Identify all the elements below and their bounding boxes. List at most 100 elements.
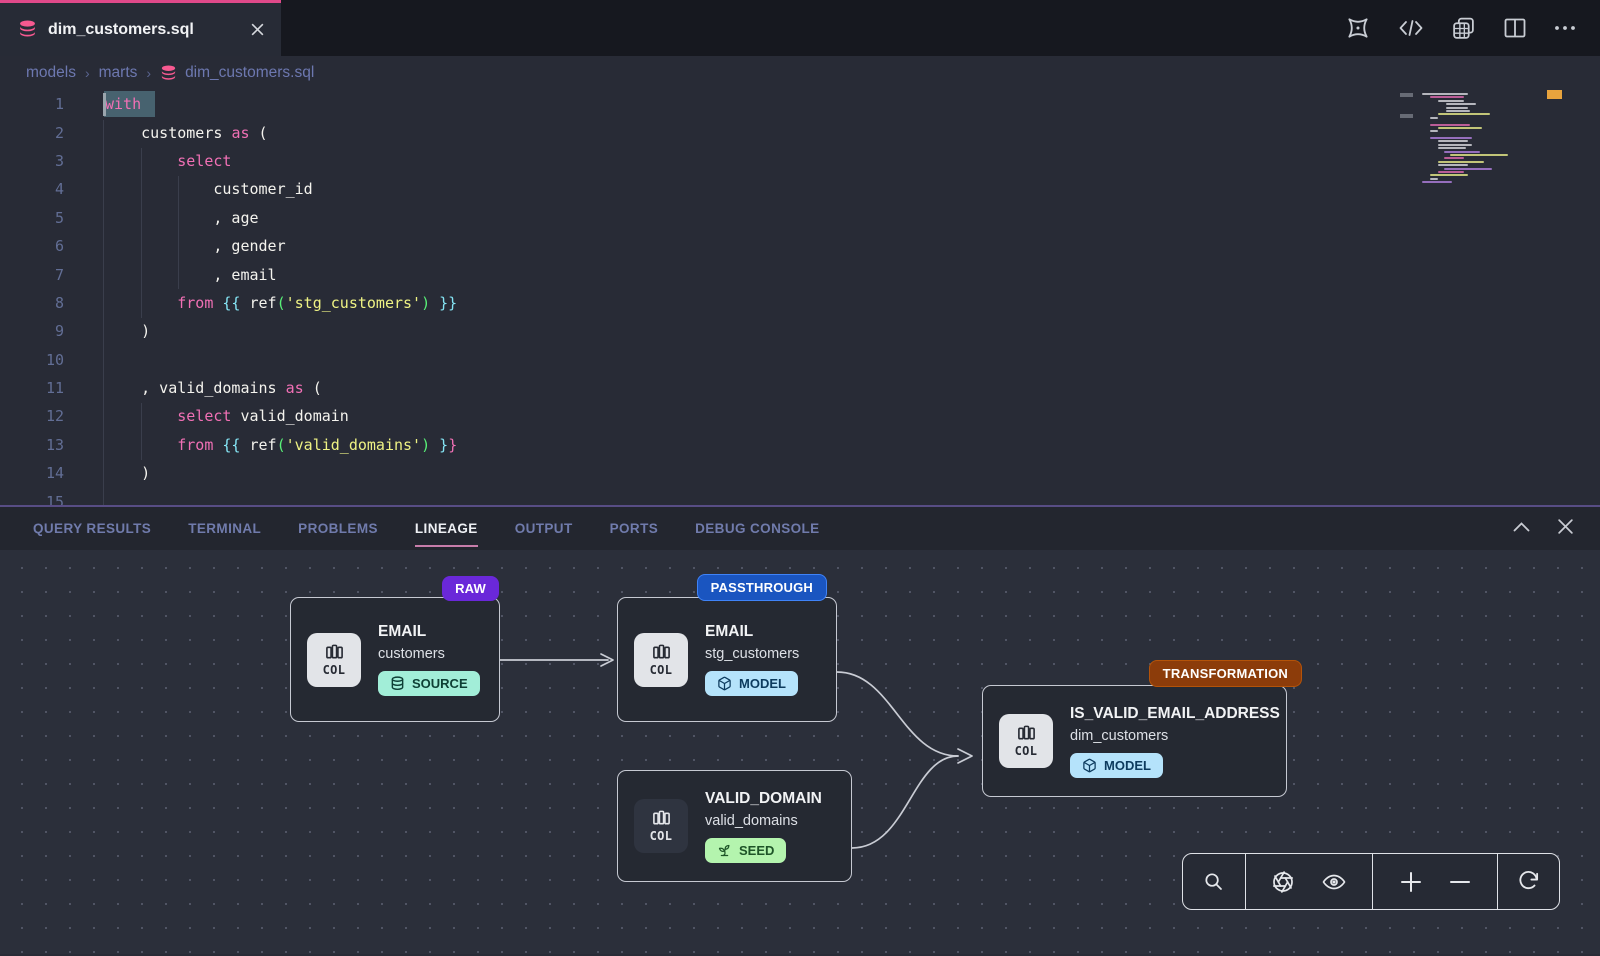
- line-number: 7: [0, 266, 64, 284]
- panel-tab-ports[interactable]: PORTS: [610, 507, 659, 550]
- line-number: 15: [0, 493, 64, 505]
- node-title: VALID_DOMAIN: [705, 790, 822, 808]
- breadcrumb-item-models[interactable]: models: [26, 64, 76, 82]
- code-line-11[interactable]: 11 , valid_domains as (: [0, 374, 1600, 402]
- zoom-in-icon[interactable]: [1400, 871, 1422, 893]
- code-line-5[interactable]: 5 , age: [0, 204, 1600, 232]
- code-line-10[interactable]: 10: [0, 346, 1600, 374]
- code-line-15[interactable]: 15: [0, 487, 1600, 505]
- panel-tab-output[interactable]: OUTPUT: [515, 507, 573, 550]
- minimap-marker: [1547, 90, 1562, 99]
- line-number: 10: [0, 351, 64, 369]
- editor-actions: [1345, 0, 1600, 56]
- line-number: 8: [0, 294, 64, 312]
- panel-tab-lineage[interactable]: LINEAGE: [415, 507, 478, 550]
- panel-tab-problems[interactable]: PROBLEMS: [298, 507, 378, 550]
- code-line-6[interactable]: 6 , gender: [0, 232, 1600, 260]
- collapse-panel-icon[interactable]: [1512, 520, 1531, 538]
- lineage-node-customers[interactable]: RAW COL EMAIL customers SOURCE: [290, 597, 500, 722]
- node-tag-transformation: TRANSFORMATION: [1149, 660, 1302, 687]
- aperture-icon[interactable]: [1271, 870, 1295, 894]
- node-tag-raw: RAW: [442, 576, 499, 601]
- code-line-4[interactable]: 4 customer_id: [0, 175, 1600, 203]
- database-icon: [160, 65, 177, 82]
- edge-stg-to-dim: [837, 672, 958, 756]
- breadcrumb-file[interactable]: dim_customers.sql: [160, 64, 314, 82]
- column-icon: COL: [307, 633, 361, 687]
- column-icon: COL: [634, 799, 688, 853]
- line-number: 1: [0, 95, 64, 113]
- breadcrumb: models › marts › dim_customers.sql: [0, 56, 1600, 90]
- node-subtitle: valid_domains: [705, 813, 822, 829]
- node-tag-passthrough: PASSTHROUGH: [697, 574, 827, 601]
- node-subtitle: stg_customers: [705, 646, 799, 662]
- breadcrumb-item-marts[interactable]: marts: [99, 64, 138, 82]
- lineage-node-stg-customers[interactable]: PASSTHROUGH COL EMAIL stg_customers MODE…: [617, 597, 837, 722]
- node-badge-seed: SEED: [705, 838, 786, 863]
- code-line-7[interactable]: 7 , email: [0, 260, 1600, 288]
- chevron-right-icon: ›: [146, 65, 151, 81]
- code-icon[interactable]: [1398, 17, 1424, 39]
- code-line-3[interactable]: 3 select: [0, 147, 1600, 175]
- copy-table-icon[interactable]: [1451, 16, 1476, 41]
- chevron-right-icon: ›: [85, 65, 90, 81]
- code-line-12[interactable]: 12 select valid_domain: [0, 402, 1600, 430]
- cube-icon: [1082, 758, 1097, 773]
- overview-ruler-mark: [1400, 114, 1413, 118]
- dbt-icon[interactable]: [1345, 15, 1371, 41]
- arrowhead: [958, 749, 972, 763]
- line-number: 2: [0, 124, 64, 142]
- zoom-out-icon[interactable]: [1449, 871, 1471, 893]
- column-icon: COL: [999, 714, 1053, 768]
- line-number: 5: [0, 209, 64, 227]
- panel-tab-terminal[interactable]: TERMINAL: [188, 507, 261, 550]
- line-number: 6: [0, 237, 64, 255]
- split-editor-icon[interactable]: [1503, 17, 1527, 39]
- edge-seed-to-dim: [852, 756, 958, 848]
- minimap[interactable]: [1422, 93, 1534, 263]
- column-icon: COL: [634, 633, 688, 687]
- close-panel-icon[interactable]: [1557, 518, 1574, 540]
- sprout-icon: [717, 843, 732, 858]
- tab-close-icon[interactable]: [250, 22, 265, 37]
- code-editor[interactable]: 1with2 customers as (3 select4 customer_…: [0, 90, 1600, 505]
- text-cursor: [103, 93, 106, 116]
- eye-icon[interactable]: [1321, 871, 1347, 893]
- panel-tab-query-results[interactable]: QUERY RESULTS: [33, 507, 151, 550]
- line-number: 14: [0, 464, 64, 482]
- cube-icon: [717, 676, 732, 691]
- node-badge-model: MODEL: [1070, 753, 1163, 778]
- lineage-node-dim-customers[interactable]: TRANSFORMATION COL IS_VALID_EMAIL_ADDRES…: [982, 685, 1287, 797]
- refresh-icon[interactable]: [1517, 870, 1540, 893]
- code-line-13[interactable]: 13 from {{ ref('valid_domains') }}: [0, 431, 1600, 459]
- tab-dim-customers[interactable]: dim_customers.sql: [0, 0, 281, 56]
- lineage-node-valid-domains[interactable]: COL VALID_DOMAIN valid_domains SEED: [617, 770, 852, 882]
- node-badge-source: SOURCE: [378, 671, 480, 696]
- lineage-canvas[interactable]: RAW COL EMAIL customers SOURCE PASSTHROU…: [0, 550, 1600, 954]
- overview-ruler-mark: [1400, 93, 1413, 97]
- node-title: EMAIL: [378, 623, 480, 641]
- bottom-panel-header: QUERY RESULTS TERMINAL PROBLEMS LINEAGE OUTP…: [0, 505, 1600, 550]
- database-icon: [390, 676, 405, 691]
- node-subtitle: dim_customers: [1070, 728, 1280, 744]
- panel-tab-debug-console[interactable]: DEBUG CONSOLE: [695, 507, 819, 550]
- database-icon: [18, 20, 37, 39]
- search-icon[interactable]: [1202, 870, 1225, 893]
- code-line-8[interactable]: 8 from {{ ref('stg_customers') }}: [0, 289, 1600, 317]
- line-number: 3: [0, 152, 64, 170]
- line-number: 4: [0, 180, 64, 198]
- tab-title: dim_customers.sql: [48, 21, 194, 39]
- lineage-toolbar: [1182, 853, 1560, 910]
- line-number: 12: [0, 407, 64, 425]
- code-line-9[interactable]: 9 ): [0, 317, 1600, 345]
- code-line-14[interactable]: 14 ): [0, 459, 1600, 487]
- line-number: 9: [0, 322, 64, 340]
- more-icon[interactable]: [1554, 25, 1576, 31]
- node-subtitle: customers: [378, 646, 480, 662]
- code-line-2[interactable]: 2 customers as (: [0, 118, 1600, 146]
- line-number: 13: [0, 436, 64, 454]
- editor-tab-bar: dim_customers.sql: [0, 0, 1600, 56]
- line-number: 11: [0, 379, 64, 397]
- code-line-1[interactable]: 1with: [0, 90, 1600, 118]
- node-badge-model: MODEL: [705, 671, 798, 696]
